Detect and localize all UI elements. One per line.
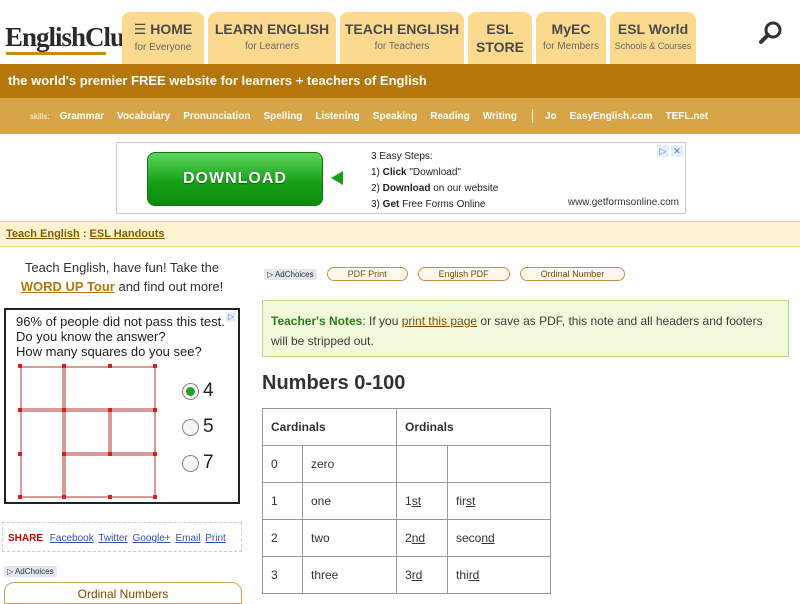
nav-tab-subtitle: for Teachers bbox=[374, 41, 430, 52]
ad-step-2: 2) Download on our website bbox=[371, 183, 499, 194]
quiz-option-4[interactable]: 4 bbox=[182, 380, 214, 402]
nav-tab-esl-store[interactable]: ESL STORE bbox=[468, 12, 532, 64]
skills-nav: skills: Grammar Vocabulary Pronunciation… bbox=[0, 98, 800, 134]
breadcrumb-esl-handouts[interactable]: ESL Handouts bbox=[90, 228, 165, 240]
radio-selected-icon[interactable] bbox=[182, 382, 199, 400]
nav-tab-esl-world[interactable]: ESL World Schools & Courses bbox=[610, 12, 696, 64]
site-header: EnglishClub ☰ HOME for Everyone LEARN EN… bbox=[0, 0, 800, 64]
radio-icon[interactable] bbox=[182, 418, 199, 436]
ordinal-numbers-button[interactable]: Ordinal Numbers bbox=[4, 582, 242, 604]
skill-writing[interactable]: Writing bbox=[483, 111, 517, 122]
skill-vocabulary[interactable]: Vocabulary bbox=[117, 111, 170, 122]
nav-tab-title: LEARN ENGLISH bbox=[214, 21, 330, 37]
skill-reading[interactable]: Reading bbox=[430, 111, 469, 122]
skill-listening[interactable]: Listening bbox=[315, 111, 359, 122]
share-twitter[interactable]: Twitter bbox=[98, 533, 127, 544]
ad-step-1: 1) Click "Download" bbox=[371, 167, 461, 178]
adchoices-icon[interactable]: ▷ bbox=[226, 312, 236, 322]
promo-text-end: and find out more! bbox=[114, 279, 224, 294]
quiz-ad[interactable]: ▷ 96% of people did not pass this test. … bbox=[4, 308, 240, 504]
english-pdf-button[interactable]: English PDF bbox=[417, 267, 510, 281]
word-up-promo: Teach English, have fun! Take the WORD U… bbox=[0, 258, 244, 296]
column-header-cardinals: Cardinals bbox=[262, 408, 397, 446]
nav-link-jo[interactable]: Jo bbox=[545, 111, 557, 122]
pdf-print-button[interactable]: PDF Print bbox=[326, 267, 408, 281]
table-row: 3 three 3rd third bbox=[262, 556, 551, 594]
nav-link-easyenglish[interactable]: EasyEnglish.com bbox=[570, 111, 653, 122]
nav-tab-title: TEACH ENGLISH bbox=[344, 21, 460, 37]
skill-speaking[interactable]: Speaking bbox=[373, 111, 417, 122]
table-row: 2 two 2nd second bbox=[262, 519, 551, 557]
print-page-link[interactable]: print this page bbox=[402, 314, 477, 328]
share-print[interactable]: Print bbox=[205, 533, 226, 544]
share-facebook[interactable]: Facebook bbox=[50, 533, 94, 544]
share-label: SHARE bbox=[8, 533, 44, 544]
share-google-plus[interactable]: Google+ bbox=[133, 533, 171, 544]
logo-underline bbox=[6, 52, 106, 55]
nav-tab-title: MyEC bbox=[551, 21, 591, 37]
nav-tab-teach-english[interactable]: TEACH ENGLISH for Teachers bbox=[340, 12, 464, 64]
quiz-option-5[interactable]: 5 bbox=[182, 416, 214, 438]
skill-pronunciation[interactable]: Pronunciation bbox=[183, 111, 250, 122]
share-bar: SHARE Facebook Twitter Google+ Email Pri… bbox=[2, 522, 242, 552]
site-logo[interactable]: EnglishClub bbox=[5, 22, 139, 53]
main-nav: ☰ HOME for Everyone LEARN ENGLISH for Le… bbox=[122, 12, 696, 64]
skills-divider bbox=[531, 109, 533, 123]
table-row: 0 zero bbox=[262, 445, 551, 483]
ad-banner[interactable]: DOWNLOAD 3 Easy Steps: 1) Click "Downloa… bbox=[116, 142, 686, 214]
ad-steps: 3 Easy Steps: 1) Click "Download" 2) Dow… bbox=[371, 149, 498, 213]
adchoices-icon: ▷ bbox=[7, 567, 14, 576]
ad-steps-title: 3 Easy Steps: bbox=[371, 151, 433, 162]
close-icon[interactable]: ✕ bbox=[671, 145, 683, 157]
search-icon[interactable] bbox=[758, 20, 784, 46]
nav-tab-subtitle: Schools & Courses bbox=[614, 41, 692, 51]
table-header-row: Cardinals Ordinals bbox=[262, 408, 551, 446]
ad-corner: ▷ ✕ bbox=[657, 145, 683, 157]
home-icon: ☰ bbox=[133, 21, 151, 37]
arrow-left-icon bbox=[331, 171, 343, 185]
skill-spelling[interactable]: Spelling bbox=[263, 111, 302, 122]
nav-tab-subtitle: STORE bbox=[476, 39, 524, 55]
nav-tab-title: HOME bbox=[150, 21, 193, 37]
breadcrumb-teach-english[interactable]: Teach English bbox=[6, 228, 80, 240]
quiz-question: 96% of people did not pass this test. Do… bbox=[16, 314, 225, 359]
breadcrumb-separator: : bbox=[79, 228, 90, 240]
teachers-notes: Teacher's Notes: If you print this page … bbox=[262, 300, 789, 357]
squares-puzzle bbox=[18, 364, 157, 499]
nav-tab-home[interactable]: ☰ HOME for Everyone bbox=[122, 12, 204, 64]
ad-url[interactable]: www.getformsonline.com bbox=[568, 197, 679, 208]
share-email[interactable]: Email bbox=[175, 533, 200, 544]
nav-tab-myec[interactable]: MyEC for Members bbox=[536, 12, 606, 64]
column-header-ordinals: Ordinals bbox=[396, 408, 551, 446]
word-up-tour-link[interactable]: WORD UP Tour bbox=[21, 279, 115, 294]
breadcrumb: Teach English : ESL Handouts bbox=[0, 221, 800, 247]
adchoices-badge[interactable]: ▷ AdChoices bbox=[4, 566, 57, 577]
nav-tab-title: ESL bbox=[486, 21, 514, 37]
skills-label: skills: bbox=[30, 111, 50, 121]
ordinal-number-button[interactable]: Ordinal Number bbox=[519, 267, 626, 281]
promo-text: Teach English, have fun! Take the bbox=[24, 260, 220, 275]
table-row: 1 one 1st first bbox=[262, 482, 551, 520]
quiz-option-7[interactable]: 7 bbox=[182, 452, 214, 474]
page-title: Numbers 0-100 bbox=[262, 372, 406, 394]
ad-download-button[interactable]: DOWNLOAD bbox=[147, 152, 323, 206]
notes-title: Teacher's Notes bbox=[271, 314, 363, 328]
page-actions: ▷ AdChoices PDF Print English PDF Ordina… bbox=[264, 267, 626, 281]
nav-link-tefl[interactable]: TEFL.net bbox=[665, 111, 708, 122]
nav-tab-subtitle: for Learners bbox=[245, 41, 299, 52]
nav-tab-subtitle: for Everyone bbox=[134, 42, 192, 53]
nav-tab-title: ESL World bbox=[617, 21, 689, 37]
site-tagline: the world's premier FREE website for lea… bbox=[0, 64, 800, 98]
skill-grammar[interactable]: Grammar bbox=[60, 111, 104, 122]
radio-icon[interactable] bbox=[182, 454, 199, 472]
ad-step-3: 3) Get Free Forms Online bbox=[371, 199, 486, 210]
adchoices-icon: ▷ bbox=[267, 269, 274, 279]
numbers-table: Cardinals Ordinals 0 zero 1 one 1st firs… bbox=[262, 408, 551, 594]
adchoices-icon[interactable]: ▷ bbox=[657, 145, 669, 157]
nav-tab-subtitle: for Members bbox=[542, 41, 600, 52]
adchoices-badge[interactable]: ▷ AdChoices bbox=[264, 268, 317, 280]
nav-tab-learn-english[interactable]: LEARN ENGLISH for Learners bbox=[208, 12, 336, 64]
